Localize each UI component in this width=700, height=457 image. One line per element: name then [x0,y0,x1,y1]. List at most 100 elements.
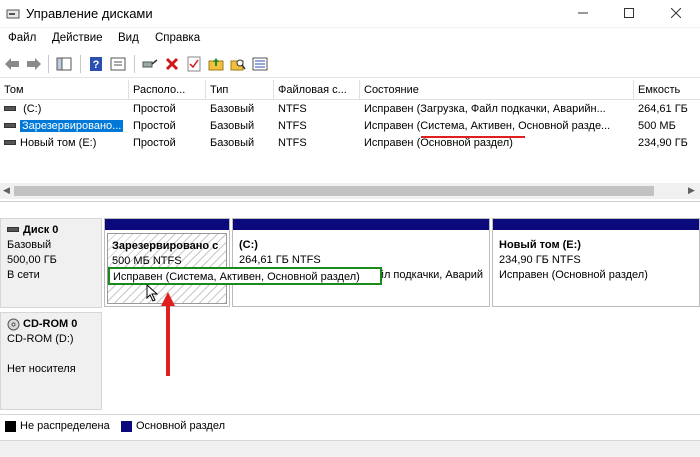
legend-label-primary: Основной раздел [136,420,225,432]
partition-name: Новый том (E:) [499,239,581,251]
partition-e[interactable]: Новый том (E:) 234,90 ГБ NTFS Исправен (… [492,218,700,307]
volume-layout: Простой [133,137,176,149]
horizontal-scrollbar[interactable]: ◀ ▶ [0,183,700,199]
scroll-left-icon[interactable]: ◀ [3,185,10,196]
minimize-button[interactable] [560,0,606,28]
search-button[interactable] [228,54,248,74]
checkmark-document-icon [187,56,201,72]
volume-icon [4,139,16,145]
column-header-status[interactable]: Состояние [360,80,634,100]
minimize-icon [578,12,588,14]
cdrom-status: Нет носителя [7,363,76,375]
volume-list-panel: Том Располо... Тип Файловая с... Состоян… [0,80,700,202]
scroll-right-icon[interactable]: ▶ [688,185,695,196]
check-button[interactable] [184,54,204,74]
scrollbar-thumb[interactable] [14,186,654,196]
reserved-status-highlight: Исправен (Система, Активен, Основной раз… [108,267,382,285]
column-header-capacity[interactable]: Емкость [634,80,700,100]
toolbar-separator [80,55,81,73]
table-row[interactable]: Новый том (E:) Простой Базовый NTFS Испр… [0,135,700,152]
red-arrow-annotation [161,292,175,376]
column-header-layout[interactable]: Располо... [129,80,206,100]
forward-button[interactable] [24,54,44,74]
volume-name: (C:) [23,103,42,115]
folder-up-icon [208,58,224,71]
disk-status: В сети [7,269,40,281]
toolbar-separator [134,55,135,73]
legend-label-unallocated: Не распределена [20,420,110,432]
list-view-icon [252,57,268,71]
partition-c[interactable]: (C:) 264,61 ГБ NTFS Исправен (Загрузка, … [232,218,490,307]
volume-capacity: 500 МБ [638,120,676,132]
connect-icon [142,59,158,68]
volume-icon [4,122,16,128]
delete-button[interactable] [162,54,182,74]
table-row[interactable]: (C:) Простой Базовый NTFS Исправен (Загр… [0,101,700,118]
red-underline-annotation [421,136,525,138]
console-tree-button[interactable] [54,54,74,74]
cdrom-icon [7,318,20,331]
help-icon: ? [90,57,102,71]
up-level-button[interactable] [206,54,226,74]
volume-layout: Простой [133,103,176,115]
status-bar [0,440,700,457]
volume-status: Исправен (Загрузка, Файл подкачки, Авари… [364,103,606,115]
partition-bar [493,219,699,230]
volume-layout: Простой [133,120,176,132]
menu-action[interactable]: Действие [52,32,103,44]
toolbar-separator [48,55,49,73]
menu-help[interactable]: Справка [155,32,200,44]
partition-name: (C:) [239,239,258,251]
disk-icon [7,226,19,232]
disk-title: Диск 0 [23,224,59,236]
volume-type: Базовый [210,137,255,149]
connect-button[interactable] [140,54,160,74]
volume-capacity: 264,61 ГБ [638,103,688,115]
cdrom-spacer [7,347,95,362]
cdrom-title: CD-ROM 0 [23,318,78,330]
table-row[interactable]: Зарезервировано... Простой Базовый NTFS … [0,118,700,135]
maximize-button[interactable] [606,0,652,28]
volume-fs: NTFS [278,103,307,115]
close-icon [670,7,682,19]
disk-size: 500,00 ГБ [7,254,57,266]
cdrom-0-label[interactable]: CD-ROM 0 CD-ROM (D:) Нет носителя [0,312,102,410]
search-folder-icon [230,59,246,71]
volume-icon [4,105,16,111]
close-button[interactable] [652,0,700,28]
cdrom-drive: CD-ROM (D:) [7,333,74,345]
volume-type: Базовый [210,103,255,115]
volume-name: Зарезервировано... [20,120,124,132]
volume-name: Новый том (E:) [20,137,97,149]
partition-bar [105,219,229,230]
list-view-button[interactable] [250,54,270,74]
legend-swatch-primary [121,421,132,432]
partition-name: Зарезервировано с [112,240,219,252]
menu-file[interactable]: Файл [8,32,36,44]
volume-type: Базовый [210,120,255,132]
svg-text:?: ? [93,59,100,71]
menu-view[interactable]: Вид [118,32,139,44]
console-tree-icon [56,57,72,71]
disk-management-icon [6,9,20,19]
arrow-left-icon [5,58,19,70]
help-button[interactable]: ? [86,54,106,74]
column-header-filesystem[interactable]: Файловая с... [274,80,360,100]
partition-size: 264,61 ГБ NTFS [239,254,321,266]
properties-icon [110,57,126,71]
disk-type: Базовый [7,239,52,251]
disk-0-label[interactable]: Диск 0 Базовый 500,00 ГБ В сети [0,218,102,308]
volume-status: Исправен (Система, Активен, Основной раз… [364,120,611,132]
properties-button[interactable] [108,54,128,74]
title-bar: Управление дисками [0,0,700,28]
volume-fs: NTFS [278,137,307,149]
maximize-icon [624,8,634,18]
partition-bar [233,219,489,230]
arrow-right-icon [27,58,41,70]
column-header-volume[interactable]: Том [0,80,129,100]
partition-status: Исправен (Основной раздел) [499,269,648,281]
back-button[interactable] [2,54,22,74]
partition-size: 234,90 ГБ NTFS [499,254,581,266]
column-header-type[interactable]: Тип [206,80,274,100]
delete-x-icon [165,57,179,71]
